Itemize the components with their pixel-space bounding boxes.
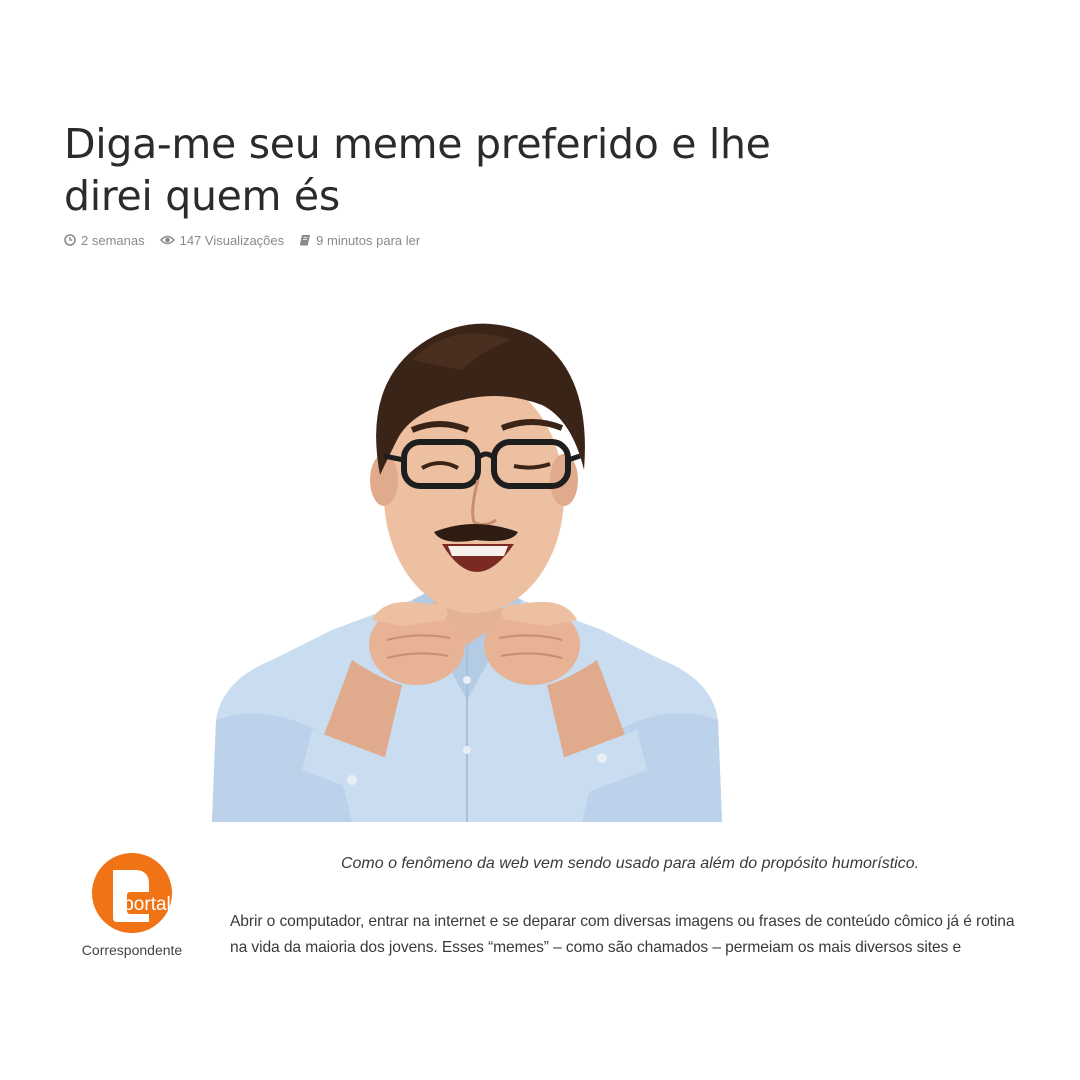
meta-views-text: 147 Visualizações	[179, 232, 285, 248]
article-body: Abrir o computador, entrar na internet e…	[230, 913, 1015, 956]
meta-read-time: 9 minutos para ler	[299, 233, 420, 248]
clock-icon	[64, 234, 81, 246]
article-subtitle: Como o fenômeno da web vem sendo usado p…	[340, 855, 920, 872]
portal-logo-icon[interactable]: portal	[64, 852, 200, 934]
meta-views: 147 Visualizações	[159, 232, 285, 248]
article-title: Diga-me seu meme preferido e lhe direi q…	[64, 120, 771, 220]
meta-time: 2 semanas	[64, 233, 145, 248]
meta-time-text: 2 semanas	[81, 232, 145, 248]
article-meta: 2 semanas 147 Visualizações 9 minutos pa…	[64, 231, 435, 249]
author-role: Correspondente	[81, 942, 183, 958]
meta-read-time-text: 9 minutos para ler	[316, 232, 421, 248]
portal-logo-text: portal	[123, 894, 171, 915]
author-box[interactable]: portal Correspondente	[64, 852, 200, 958]
book-icon	[299, 234, 316, 246]
hero-image	[212, 300, 722, 822]
eye-icon	[159, 234, 180, 246]
